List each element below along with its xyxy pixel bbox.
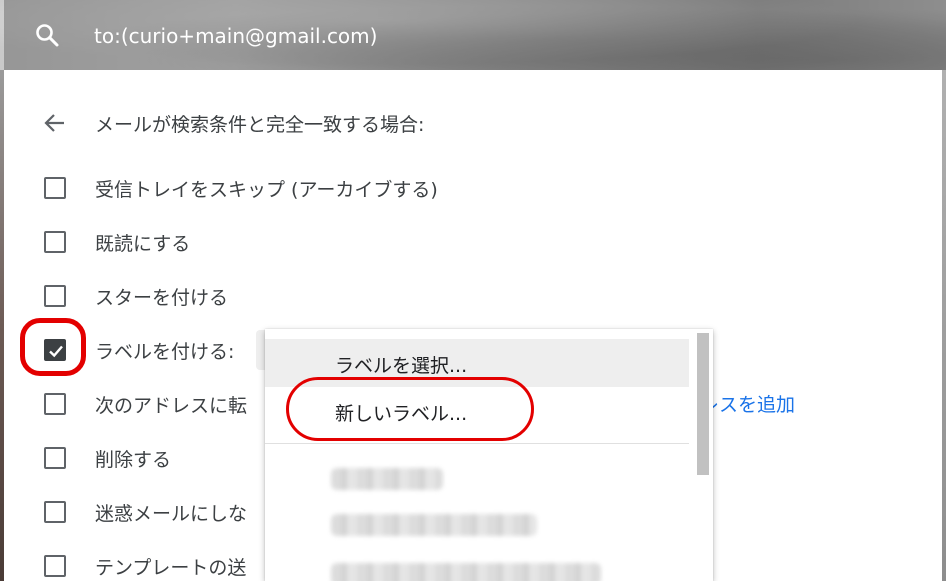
checkbox[interactable]	[44, 231, 66, 253]
option-label: 削除する	[95, 449, 172, 471]
dropdown-divider	[265, 443, 689, 444]
checkbox[interactable]	[44, 501, 66, 523]
checkbox[interactable]	[44, 393, 66, 415]
search-icon[interactable]	[34, 22, 60, 48]
checkbox[interactable]	[44, 177, 66, 199]
option-label: 既読にする	[95, 233, 191, 255]
option-label: テンプレートの送	[95, 557, 247, 579]
option-label: ラベルを付ける:	[95, 341, 235, 363]
checkbox[interactable]	[44, 447, 66, 469]
annotation-circle-new-label	[286, 377, 534, 441]
option-label: 次のアドレスに転	[95, 395, 248, 417]
option-label: スターを付ける	[95, 287, 229, 309]
checkbox[interactable]	[44, 555, 66, 577]
back-arrow-icon[interactable]	[42, 110, 68, 136]
checkbox[interactable]	[44, 285, 66, 307]
blurred-label-item[interactable]	[331, 563, 601, 581]
label-dropdown-menu: ラベルを選択... 新しいラベル...	[265, 329, 713, 581]
option-label: 受信トレイをスキップ (アーカイブする)	[95, 179, 438, 201]
dropdown-scrollbar[interactable]	[697, 333, 709, 475]
add-forwarding-address-link[interactable]: レスを追加	[700, 390, 795, 417]
search-bar[interactable]: to:(curio+main@gmail.com)	[4, 0, 946, 70]
dropdown-item-label: ラベルを選択...	[335, 355, 468, 377]
blurred-label-item[interactable]	[331, 468, 443, 490]
blurred-label-item[interactable]	[331, 514, 537, 536]
option-label: 迷惑メールにしな	[95, 503, 248, 525]
search-query[interactable]: to:(curio+main@gmail.com)	[94, 24, 377, 48]
filter-header: メールが検索条件と完全一致する場合:	[95, 114, 425, 136]
annotation-circle-checkbox	[20, 318, 86, 376]
background-edge-right	[942, 70, 946, 581]
